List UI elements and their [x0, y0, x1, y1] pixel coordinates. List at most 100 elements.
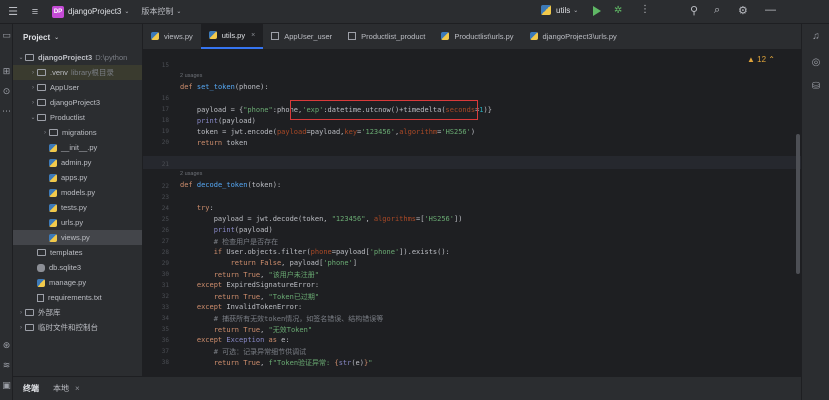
- tree-item[interactable]: templates: [13, 245, 142, 260]
- project-view-icon[interactable]: ▭: [1, 30, 12, 41]
- tree-item[interactable]: apps.py: [13, 170, 142, 185]
- chevron-right-icon[interactable]: ›: [29, 85, 37, 91]
- close-icon[interactable]: ×: [75, 384, 80, 393]
- chevron-down-icon[interactable]: ⌄: [176, 8, 181, 15]
- folder-icon: [37, 114, 46, 121]
- line-number: 37: [161, 348, 169, 355]
- tree-item[interactable]: db.sqlite3: [13, 260, 142, 275]
- search-icon[interactable]: ⌕: [714, 4, 720, 17]
- gear-icon[interactable]: ⚙: [738, 4, 748, 17]
- line-number: 23: [161, 194, 169, 201]
- code-line: return token: [196, 139, 248, 147]
- tree-item[interactable]: models.py: [13, 185, 142, 200]
- line-number: 34: [161, 315, 169, 322]
- tree-item[interactable]: › djangoProject3: [13, 95, 142, 110]
- minimize-icon[interactable]: —: [765, 4, 776, 16]
- scrollbar-thumb[interactable]: [796, 134, 800, 274]
- chevron-right-icon[interactable]: ›: [41, 130, 49, 136]
- chevron-right-icon[interactable]: ›: [29, 70, 37, 76]
- code-editor[interactable]: ▲ 12 ⌃ 2 usages 2 usages def set_token(p…: [143, 50, 801, 376]
- tree-item-label: urls.py: [61, 218, 84, 227]
- tree-item[interactable]: urls.py: [13, 215, 142, 230]
- tree-item-label: requirements.txt: [48, 293, 102, 302]
- tree-item-label: manage.py: [49, 278, 87, 287]
- tree-item[interactable]: views.py: [13, 230, 142, 245]
- code-line: return True, "Token已过期": [213, 293, 320, 301]
- code-line: payload = jwt.decode(token, "123456", al…: [180, 215, 463, 223]
- python-icon: [541, 5, 551, 15]
- tree-item[interactable]: › .venv library根目录: [13, 65, 142, 80]
- chevron-down-icon[interactable]: ⌄: [573, 7, 578, 14]
- code-line: return True, f"Token验证异常: {str(e)}": [213, 359, 373, 367]
- tree-item[interactable]: tests.py: [13, 200, 142, 215]
- tree-item-label: models.py: [61, 188, 96, 197]
- line-number: 35: [161, 326, 169, 333]
- right-tool-strip: ♫ ◎ ⛁: [801, 24, 829, 400]
- project-name[interactable]: djangoProject3: [68, 7, 121, 16]
- run-config-select[interactable]: utils: [556, 6, 570, 15]
- tree-item[interactable]: ⌄ djangoProject3 D:\python: [13, 50, 142, 65]
- usages-hint[interactable]: 2 usages: [180, 73, 202, 79]
- chevron-right-icon[interactable]: ›: [29, 100, 37, 106]
- tab-5[interactable]: djangoProject3\urls.py: [522, 23, 625, 49]
- database-icon[interactable]: ⛁: [810, 80, 822, 92]
- commit-icon[interactable]: ⊙: [1, 86, 12, 97]
- vcs-menu[interactable]: 版本控制: [141, 6, 173, 17]
- tree-item-label: views.py: [61, 233, 90, 242]
- tree-item[interactable]: ⌄ Productlist: [13, 110, 142, 125]
- tree-item[interactable]: admin.py: [13, 155, 142, 170]
- chevron-down-icon[interactable]: ⌄: [29, 114, 37, 121]
- tab-0[interactable]: views.py: [143, 23, 201, 49]
- project-panel-header[interactable]: Project ⌄: [13, 24, 142, 50]
- plugins-icon[interactable]: ⊛: [1, 340, 12, 351]
- notifications-icon[interactable]: ♫: [810, 30, 822, 42]
- chevron-right-icon[interactable]: ›: [17, 325, 25, 331]
- terminal-tab[interactable]: 终端: [23, 383, 39, 394]
- tree-item[interactable]: › 临时文件和控制台: [13, 320, 142, 335]
- tab-label: Productlist\urls.py: [454, 31, 514, 41]
- code-line: if User.objects.filter(phone=payload['ph…: [213, 248, 450, 256]
- chevron-right-icon[interactable]: ›: [17, 310, 25, 316]
- layers-icon[interactable]: ≋: [1, 360, 12, 371]
- tree-item[interactable]: › migrations: [13, 125, 142, 140]
- terminal-icon[interactable]: ▣: [1, 380, 12, 391]
- chevron-down-icon[interactable]: ⌄: [124, 8, 129, 15]
- terminal-local-tab[interactable]: 本地: [53, 383, 69, 394]
- line-number: 18: [161, 117, 169, 124]
- add-user-icon[interactable]: ⚲: [690, 4, 698, 17]
- file-icon: [37, 293, 44, 302]
- more-actions-icon[interactable]: ⋮: [640, 4, 650, 15]
- line-number: 33: [161, 304, 169, 311]
- tree-item[interactable]: manage.py: [13, 275, 142, 290]
- tree-item-label: __init__.py: [61, 143, 98, 152]
- chevron-down-icon[interactable]: ⌄: [54, 34, 59, 41]
- run-icon[interactable]: [593, 6, 601, 16]
- tab-3[interactable]: Productlist_product: [340, 23, 433, 49]
- tab-4[interactable]: Productlist\urls.py: [433, 23, 521, 49]
- tree-item[interactable]: __init__.py: [13, 140, 142, 155]
- code-line: print(payload): [213, 226, 273, 234]
- main-menu-icon[interactable]: ☰: [6, 5, 20, 19]
- project-badge[interactable]: DP: [52, 5, 64, 18]
- line-number: 38: [161, 359, 169, 366]
- chevron-down-icon[interactable]: ⌄: [17, 54, 25, 61]
- close-icon[interactable]: ×: [251, 32, 255, 39]
- tab-2[interactable]: AppUser_user: [263, 23, 340, 49]
- tree-item-label: tests.py: [61, 203, 87, 212]
- structure-icon[interactable]: ⊞: [1, 66, 12, 77]
- code-line: # 可选：记录异常细节供调试: [213, 348, 307, 356]
- tree-item[interactable]: requirements.txt: [13, 290, 142, 305]
- tab-1[interactable]: utils.py ×: [200, 23, 264, 49]
- tree-item[interactable]: › AppUser: [13, 80, 142, 95]
- more-tools-icon[interactable]: ⋯: [1, 106, 12, 117]
- hamburger-icon[interactable]: ≡: [28, 5, 42, 19]
- ai-assistant-icon[interactable]: ◎: [810, 56, 822, 68]
- folder-icon: [37, 69, 46, 76]
- line-number: 32: [161, 293, 169, 300]
- code-line: token = jwt.encode(payload=payload,key='…: [180, 128, 476, 136]
- debug-icon[interactable]: ✲: [614, 5, 625, 16]
- database-icon: [37, 263, 45, 272]
- tree-item[interactable]: › 外部库: [13, 305, 142, 320]
- warning-indicator[interactable]: ▲ 12 ⌃: [747, 55, 775, 64]
- usages-hint[interactable]: 2 usages: [180, 171, 202, 177]
